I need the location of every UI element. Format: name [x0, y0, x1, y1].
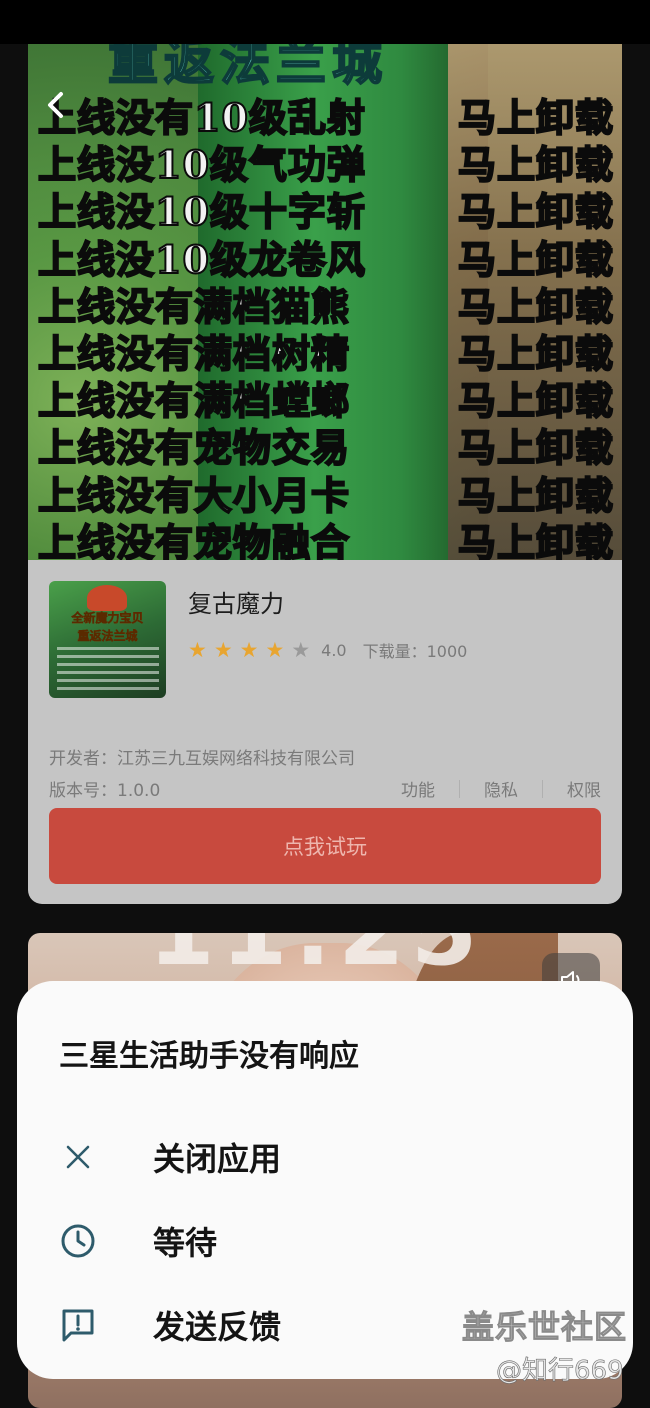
rating-value: 4.0 — [321, 640, 347, 660]
app-icon-title-line-2: 重返法兰城 — [77, 629, 138, 644]
banner-line-right: 马上卸载 — [457, 377, 614, 424]
version-info: 版本号：1.0.0 — [49, 781, 161, 801]
banner-line-right: 马上卸载 — [457, 471, 614, 518]
rating-row: ★ ★ ★ ★ ★ 4.0 下载量：1000 — [188, 638, 467, 662]
banner-line-left: 上线没有宠物交易 — [37, 424, 351, 471]
app-icon-title-line-1: 全新魔力宝贝 — [71, 611, 144, 626]
star-empty-icon: ★ — [291, 638, 311, 662]
banner-line-right: 马上卸载 — [457, 519, 614, 560]
banner-line-left: 上线没有大小月卡 — [37, 471, 351, 518]
app-info-panel: 全新魔力宝贝 重返法兰城 复古魔力 ★ ★ ★ ★ ★ 4.0 下载量：1000… — [28, 560, 622, 904]
permissions-link[interactable]: 权限 — [567, 776, 601, 801]
feedback-icon — [57, 1304, 99, 1346]
banner-line: 上线没10级气功弹 马上卸载 — [37, 141, 618, 188]
divider — [542, 779, 543, 798]
banner-line: 上线没有大小月卡 马上卸载 — [37, 471, 618, 519]
developer-info: 开发者：江苏三九互娱网络科技有限公司 — [49, 749, 355, 769]
banner-line-left: 上线没有满档猫熊 — [37, 283, 351, 330]
close-app-label: 关闭应用 — [153, 1140, 282, 1178]
app-name: 复古魔力 — [188, 590, 284, 618]
game-banner-image[interactable]: 重返法兰城 上线没有10级乱射 马上卸载 上线没10级气功弹 马上卸载 上线没10级… — [28, 44, 622, 560]
banner-line-right: 马上卸载 — [457, 188, 614, 235]
banner-line-right: 马上卸载 — [457, 330, 614, 377]
banner-title: 重返法兰城 — [107, 44, 388, 92]
banner-line-right: 马上卸载 — [457, 283, 614, 330]
banner-line: 上线没有满档猫熊 马上卸载 — [37, 283, 618, 330]
banner-line: 上线没有满档螳螂 马上卸载 — [37, 377, 618, 424]
features-link[interactable]: 功能 — [401, 776, 435, 801]
banner-line-left: 上线没有10级乱射 — [37, 94, 366, 141]
close-icon — [57, 1136, 99, 1178]
star-filled-icon: ★ — [188, 638, 207, 662]
banner-line: 上线没有宠物交易 马上卸载 — [37, 424, 618, 471]
wait-label: 等待 — [153, 1224, 218, 1262]
watermark-author: @知行669 — [496, 1356, 624, 1387]
video-card-clock-overlay: 11:25 — [148, 933, 484, 987]
star-filled-icon: ★ — [265, 638, 285, 662]
banner-line-left: 上线没10级气功弹 — [37, 141, 366, 188]
status-bar — [0, 0, 650, 44]
banner-line: 上线没有满档树精 马上卸载 — [37, 330, 618, 377]
banner-line: 上线没有宠物融合 马上卸载 — [37, 519, 618, 560]
app-icon[interactable]: 全新魔力宝贝 重返法兰城 — [49, 581, 166, 698]
download-count: 下载量：1000 — [362, 642, 468, 661]
divider — [459, 779, 460, 798]
banner-line-left: 上线没10级十字斩 — [37, 188, 366, 235]
banner-line: 上线没10级十字斩 马上卸载 — [37, 188, 618, 235]
send-feedback-label: 发送反馈 — [153, 1308, 282, 1346]
banner-line-left: 上线没10级龙卷风 — [37, 236, 366, 283]
banner-line-left: 上线没有满档树精 — [37, 330, 351, 377]
banner-line-left: 上线没有宠物融合 — [37, 519, 351, 560]
banner-text-lines: 上线没有10级乱射 马上卸载 上线没10级气功弹 马上卸载 上线没10级十字斩 马上卸… — [37, 94, 618, 560]
app-icon-text-lines — [57, 647, 159, 691]
watermark-community: 盖乐世社区 — [461, 1308, 628, 1347]
try-play-button[interactable]: 点我试玩 — [49, 808, 601, 884]
banner-line-right: 马上卸载 — [457, 141, 614, 188]
close-app-option[interactable]: 关闭应用 — [17, 1122, 633, 1192]
banner-line: 上线没有10级乱射 马上卸载 — [37, 94, 618, 141]
banner-line-right: 马上卸载 — [457, 236, 614, 283]
clock-icon — [57, 1220, 99, 1262]
dialog-title: 三星生活助手没有响应 — [59, 1039, 359, 1074]
banner-line-left: 上线没有满档螳螂 — [37, 377, 351, 424]
game-ad-card: 重返法兰城 上线没有10级乱射 马上卸载 上线没10级气功弹 马上卸载 上线没10级… — [28, 44, 622, 904]
app-icon-character-hair — [87, 585, 127, 611]
banner-line-right: 马上卸载 — [457, 424, 614, 471]
screen: 重返法兰城 上线没有10级乱射 马上卸载 上线没10级气功弹 马上卸载 上线没10级… — [0, 0, 650, 1408]
star-filled-icon: ★ — [213, 638, 233, 662]
wait-option[interactable]: 等待 — [17, 1206, 633, 1276]
info-links: 功能 隐私 权限 — [401, 776, 601, 801]
banner-line-right: 马上卸载 — [457, 94, 614, 141]
privacy-link[interactable]: 隐私 — [484, 776, 518, 801]
star-filled-icon: ★ — [239, 638, 259, 662]
back-chevron-icon[interactable] — [42, 90, 72, 120]
banner-line: 上线没10级龙卷风 马上卸载 — [37, 236, 618, 283]
